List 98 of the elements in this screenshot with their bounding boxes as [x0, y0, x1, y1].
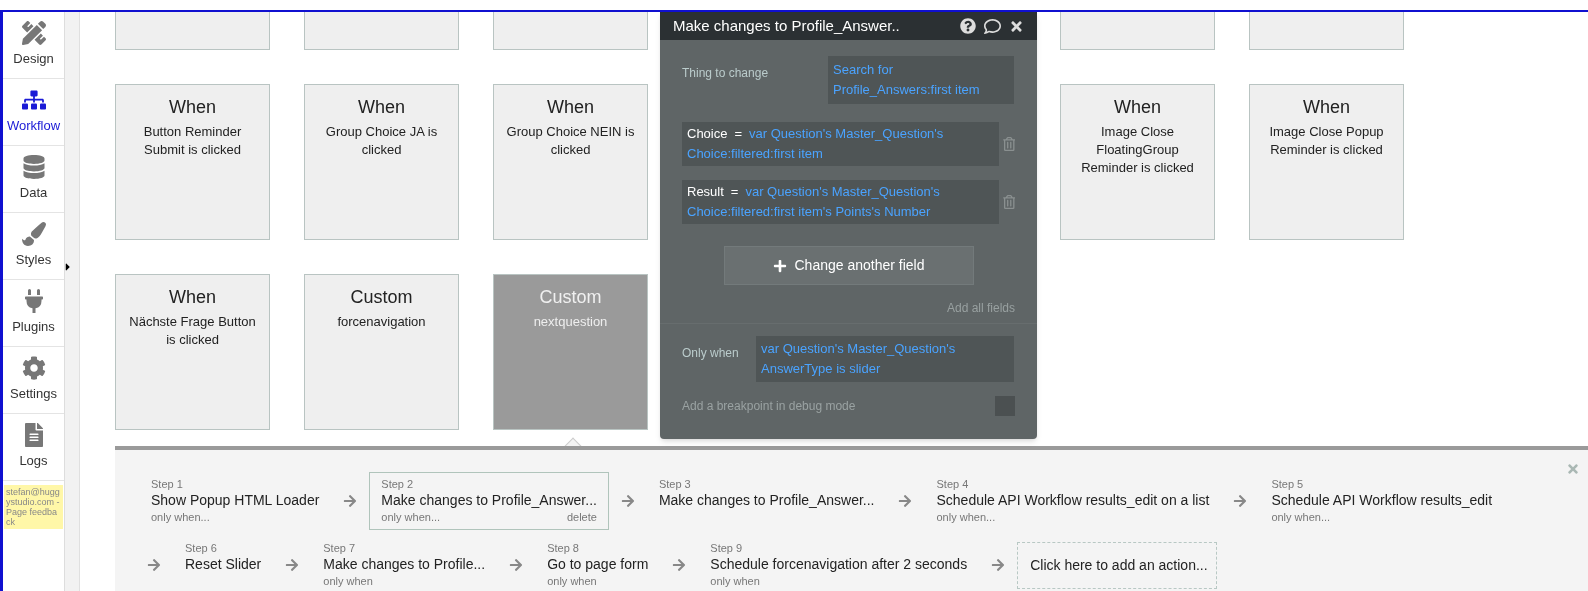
sidebar-item[interactable]: Styles [3, 213, 64, 280]
step[interactable]: Step 2 Make changes to Profile_Answer... only when... delete [369, 472, 609, 530]
step[interactable]: Step 6 Reset Slider [173, 536, 274, 591]
event-card[interactable]: When Image Close Popup Reminder is clicked [1249, 84, 1404, 240]
delete-link[interactable]: delete [566, 509, 597, 525]
step-condition[interactable]: only when [323, 573, 373, 589]
step-label: Step 6 [185, 541, 218, 555]
event-card[interactable]: Custom forcenavigation [304, 274, 459, 430]
step-action: Make changes to Profile... [323, 555, 486, 573]
sidebar-item[interactable]: Design [3, 12, 64, 79]
card-title: Custom [539, 286, 602, 309]
card-title: Custom [350, 286, 413, 309]
card-title: When [169, 286, 216, 309]
step-label: Step 8 [547, 541, 580, 555]
step-action: Reset Slider [185, 555, 262, 573]
step-label: Step 7 [323, 541, 357, 555]
sitemap-icon [21, 88, 46, 113]
arrow-icon [285, 558, 300, 572]
step-condition[interactable]: only when... [1271, 509, 1331, 525]
step-condition[interactable]: only when... [151, 509, 210, 525]
database-icon [21, 155, 46, 180]
popup-title: Make changes to Profile_Answer.. [673, 15, 900, 36]
card-text: forcenavigation [337, 313, 426, 331]
arrow-icon [991, 558, 1006, 572]
step[interactable]: Step 5 Schedule API Workflow results_edit only when... [1259, 472, 1505, 530]
card-title: When [547, 96, 594, 119]
arrow-icon [343, 494, 358, 508]
arrow-icon [898, 494, 913, 508]
field-row[interactable]: Choice = var Question's Master_Question's Choice:filtered:first item [682, 122, 999, 166]
step-label: Step 2 [381, 477, 415, 491]
event-card[interactable] [1060, 12, 1215, 50]
card-text: Group Choice JA is clicked [324, 123, 439, 159]
event-card[interactable]: When Group Choice NEIN is clicked [493, 84, 648, 240]
event-card[interactable]: When Button Reminder Submit is clicked [115, 84, 270, 240]
step[interactable]: Step 9 Schedule forcenavigation after 2 seconds only when [698, 536, 980, 591]
arrow-icon [620, 494, 635, 508]
close-icon[interactable] [1009, 18, 1024, 34]
step-label: Step 9 [710, 541, 744, 555]
pencil-ruler-icon [21, 21, 46, 46]
step-action: Schedule forcenavigation after 2 seconds [710, 555, 968, 573]
delete-icon[interactable] [1002, 195, 1015, 209]
sidebar-item[interactable]: Settings [3, 347, 64, 414]
event-card[interactable] [115, 12, 270, 50]
event-card[interactable] [304, 12, 459, 50]
card-text: Image Close Popup Reminder is clicked [1268, 123, 1385, 159]
step-action: Make changes to Profile_Answer... [658, 491, 875, 509]
step-label: Step 4 [936, 477, 970, 491]
step-action: Make changes to Profile_Answer... [381, 491, 597, 509]
brush-icon [21, 222, 46, 247]
step-label: Step 1 [151, 477, 184, 491]
feedback-note[interactable]: stefan@huggystudio.com - Page feedback [4, 485, 63, 529]
help-icon[interactable] [960, 18, 976, 34]
plus-icon [772, 258, 787, 273]
step-condition[interactable]: only when [547, 573, 597, 589]
arrow-icon [1233, 494, 1248, 508]
comment-icon[interactable] [984, 17, 1001, 35]
arrow-icon [509, 558, 524, 572]
sidebar-item[interactable]: Logs [3, 414, 64, 481]
step-action: Schedule API Workflow results_edit on a list [936, 491, 1210, 509]
step[interactable]: Step 1 Show Popup HTML Loader only when... [139, 472, 332, 530]
step-condition[interactable]: only when... [936, 509, 996, 525]
step-label: Step 5 [1271, 477, 1305, 491]
step-condition[interactable]: only when [710, 573, 760, 589]
card-title: When [169, 96, 216, 119]
event-card[interactable] [493, 12, 648, 50]
card-title: When [358, 96, 405, 119]
step[interactable]: Step 3 Make changes to Profile_Answer... [646, 472, 887, 530]
step[interactable]: Step 8 Go to page form only when [535, 536, 661, 591]
card-text: Button Reminder Submit is clicked [142, 123, 243, 159]
card-text: nextquestion [533, 313, 608, 331]
sidebar-item[interactable]: Plugins [3, 280, 64, 347]
delete-icon[interactable] [1002, 137, 1015, 151]
event-card[interactable]: When Image Close FloatingGroup Reminder is clicked [1060, 84, 1215, 240]
sidebar-item[interactable]: Data [3, 146, 64, 213]
change-field-button[interactable]: Change another field [723, 246, 974, 285]
step-action: Show Popup HTML Loader [151, 491, 320, 509]
card-text: Group Choice NEIN is clicked [505, 123, 636, 159]
field-label: Only when [682, 345, 740, 362]
arrow-icon [672, 558, 687, 572]
card-title: When [1114, 96, 1161, 119]
event-card[interactable]: When Nächste Frage Button is clicked [115, 274, 270, 430]
event-card[interactable] [1249, 12, 1404, 50]
card-text: Nächste Frage Button is clicked [128, 313, 257, 349]
step[interactable]: Step 7 Make changes to Profile... only when [311, 536, 498, 591]
step[interactable]: Step 4 Schedule API Workflow results_edit on a list only when... [924, 472, 1222, 530]
step-action: Schedule API Workflow results_edit [1271, 491, 1493, 509]
event-card[interactable]: When Group Choice JA is clicked [304, 84, 459, 240]
arrow-icon [147, 558, 161, 572]
field-label: Thing to change [682, 65, 770, 82]
card-text: Image Close FloatingGroup Reminder is clicked [1080, 123, 1195, 177]
card-title: When [1303, 96, 1350, 119]
settings-icon [21, 356, 46, 381]
field-row[interactable]: Result = var Question's Master_Question's Choice:filtered:first item's Points's Number [682, 180, 999, 224]
add-action-box[interactable]: Click here to add an action... [1017, 541, 1218, 589]
sidebar-item[interactable]: Workflow [3, 79, 64, 146]
step-condition[interactable]: only when... [381, 509, 441, 525]
step-label: Step 3 [658, 477, 692, 491]
step-action: Go to page form [547, 555, 649, 573]
